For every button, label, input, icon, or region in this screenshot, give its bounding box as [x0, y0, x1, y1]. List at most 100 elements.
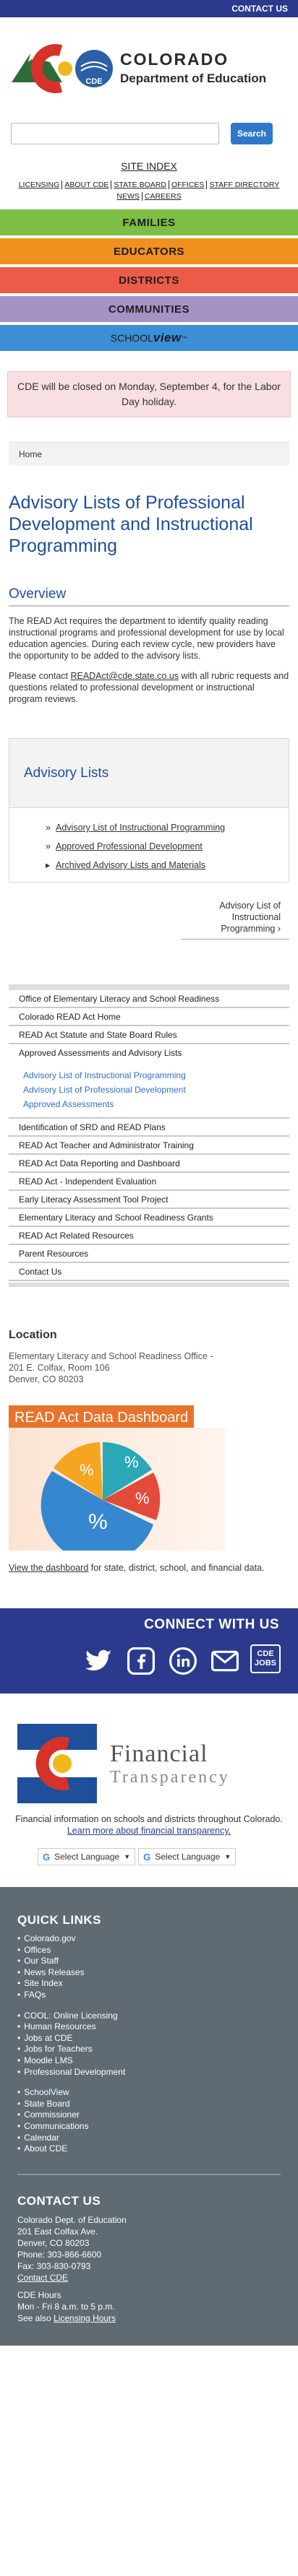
quick-link[interactable]: Our Staff: [17, 1956, 281, 1967]
utility-link-offices[interactable]: OFFICES: [169, 181, 208, 189]
next-line2: Instructional: [231, 912, 281, 922]
sidenav-item-tool-project[interactable]: Early Literacy Assessment Tool Project: [9, 1191, 289, 1209]
contact-us-link[interactable]: CONTACT US: [221, 0, 298, 17]
footer-divider: [17, 2173, 281, 2175]
top-bar: CONTACT US: [0, 0, 298, 17]
dashboard-caption: View the dashboard for state, district, …: [9, 1562, 289, 1574]
transparency-title: Transparency: [110, 1767, 230, 1787]
advisory-link-instructional[interactable]: Advisory List of Instructional Programmi…: [56, 823, 225, 833]
email-icon[interactable]: [208, 1644, 242, 1678]
utility-link-staff-directory[interactable]: STAFF DIRECTORY: [207, 181, 281, 189]
next-page-link[interactable]: Advisory List of Instructional Programmi…: [181, 900, 289, 940]
sidenav-item-evaluation[interactable]: READ Act - Independent Evaluation: [9, 1173, 289, 1191]
advisory-link-archived[interactable]: Archived Advisory Lists and Materials: [56, 860, 205, 870]
page-title: Advisory Lists of Professional Developme…: [9, 493, 253, 556]
quick-link[interactable]: Professional Development: [17, 2067, 281, 2078]
sidenav-item-statute[interactable]: READ Act Statute and State Board Rules: [9, 1026, 289, 1044]
quick-link[interactable]: Site Index: [17, 1978, 281, 1990]
colorado-flag-icon: [17, 1724, 97, 1803]
google-icon: G: [143, 1851, 151, 1862]
breadcrumb-home[interactable]: Home: [19, 449, 42, 459]
list-item: ▸ Archived Advisory Lists and Materials: [46, 856, 289, 875]
contact-gap: [17, 2284, 281, 2289]
brand-subtitle: Department of Education: [120, 71, 267, 85]
sidenav-sub-pd[interactable]: Advisory List of Professional Developmen…: [23, 1083, 289, 1097]
advisory-lists-header[interactable]: Advisory Lists: [9, 739, 289, 808]
utility-link-careers[interactable]: CAREERS: [142, 192, 184, 201]
footer-addr2: Denver, CO 80203: [17, 2237, 90, 2248]
sidenav-item-grants[interactable]: Elementary Literacy and School Readiness…: [9, 1209, 289, 1227]
read-act-email-link[interactable]: READAct@cde.state.co.us: [70, 671, 179, 681]
footer-fax: Fax: 303-830-0793: [17, 2260, 91, 2271]
nav-schoolview[interactable]: SCHOOL view ™: [0, 325, 298, 351]
sidenav-item-training[interactable]: READ Act Teacher and Administrator Train…: [9, 1137, 289, 1155]
location-address: Elementary Literacy and School Readiness…: [9, 1350, 289, 1385]
utility-link-licensing[interactable]: LICENSING: [16, 181, 63, 189]
linkedin-icon[interactable]: [166, 1644, 200, 1678]
schoolview-school-text: SCHOOL: [110, 332, 153, 344]
language-select-1[interactable]: G Select Language ▼: [38, 1848, 136, 1865]
sidenav-item-approved[interactable]: Approved Assessments and Advisory Lists: [9, 1044, 289, 1062]
header-logo[interactable]: CDE COLORADO Department of Education: [0, 17, 298, 113]
quick-link[interactable]: Jobs at CDE: [17, 2033, 281, 2044]
quick-link[interactable]: COOL: Online Licensing: [17, 2011, 281, 2022]
quick-link[interactable]: News Releases: [17, 1967, 281, 1979]
quick-link[interactable]: About CDE: [17, 2143, 281, 2155]
quick-link[interactable]: Colorado.gov: [17, 1933, 281, 1945]
licensing-hours-link[interactable]: Licensing Hours: [54, 2313, 116, 2323]
colorado-cde-logo-icon: CDE: [12, 44, 113, 93]
financial-transparency-logo[interactable]: Financial Transparency: [17, 1724, 298, 1803]
view-dashboard-link[interactable]: View the dashboard: [9, 1563, 88, 1573]
sidenav-sub-instructional[interactable]: Advisory List of Instructional Programmi…: [23, 1068, 289, 1083]
connect-section: CONNECT WITH US CDE JOBS: [0, 1608, 298, 1694]
facebook-icon[interactable]: [124, 1644, 158, 1678]
financial-learn-more-link[interactable]: Learn more about financial transparency.: [67, 1826, 231, 1836]
contact-cde-link[interactable]: Contact CDE: [17, 2273, 68, 2283]
advisory-lists-panel: Advisory Lists » Advisory List of Instruc…: [9, 738, 289, 882]
quick-link[interactable]: Offices: [17, 1945, 281, 1956]
quick-link[interactable]: Calendar: [17, 2133, 281, 2144]
schoolview-view-text: view: [153, 331, 182, 344]
dashboard-caption-text: for state, district, school, and financi…: [88, 1563, 265, 1573]
dashboard-promo[interactable]: READ Act Data Dashboard % % % %: [9, 1405, 226, 1551]
sidenav-item-office[interactable]: Office of Elementary Literacy and School…: [9, 990, 289, 1008]
closure-alert: CDE will be closed on Monday, September …: [7, 371, 291, 417]
sidenav-item-contact[interactable]: Contact Us: [9, 1263, 289, 1281]
overview-heading: Overview: [9, 586, 67, 602]
nav-districts[interactable]: DISTRICTS: [0, 267, 298, 293]
translate-row: G Select Language ▼ G Select Language ▼: [38, 1848, 298, 1865]
quick-link[interactable]: State Board: [17, 2099, 281, 2110]
quick-link[interactable]: Moodle LMS: [17, 2055, 281, 2067]
logo-text: COLORADO Department of Education: [120, 50, 266, 86]
nav-families[interactable]: FAMILIES: [0, 209, 298, 235]
cde-jobs-icon[interactable]: CDE JOBS: [250, 1644, 281, 1673]
sidenav-item-read-home[interactable]: Colorado READ Act Home: [9, 1008, 289, 1026]
quick-link[interactable]: Communications: [17, 2121, 281, 2133]
site-index-link[interactable]: SITE INDEX: [0, 160, 298, 172]
language-select-2[interactable]: G Select Language ▼: [138, 1848, 237, 1865]
search-button[interactable]: Search: [231, 123, 273, 144]
google-icon: G: [43, 1851, 51, 1862]
connect-heading: CONNECT WITH US: [144, 1617, 279, 1632]
search-input[interactable]: [11, 123, 219, 144]
sidenav-item-parent[interactable]: Parent Resources: [9, 1245, 289, 1263]
twitter-icon[interactable]: [82, 1644, 116, 1678]
utility-link-state-board[interactable]: STATE BOARD: [111, 181, 169, 189]
nav-communities[interactable]: COMMUNITIES: [0, 296, 298, 322]
utility-link-about[interactable]: ABOUT CDE: [62, 181, 112, 189]
sidenav-item-resources[interactable]: READ Act Related Resources: [9, 1227, 289, 1245]
overview-paragraph: The READ Act requires the department to …: [9, 616, 284, 661]
sidenav-item-srd[interactable]: Identification of SRD and READ Plans: [9, 1119, 289, 1137]
nav-educators[interactable]: EDUCATORS: [0, 238, 298, 264]
quick-link[interactable]: SchoolView: [17, 2087, 281, 2099]
utility-link-news[interactable]: NEWS: [114, 192, 142, 201]
sidenav-sub-assessments[interactable]: Approved Assessments: [23, 1097, 289, 1111]
quick-link[interactable]: Jobs for Teachers: [17, 2044, 281, 2055]
language-select-label: Select Language: [155, 1852, 221, 1862]
sidenav-item-dashboard[interactable]: READ Act Data Reporting and Dashboard: [9, 1155, 289, 1173]
quick-link[interactable]: Commissioner: [17, 2109, 281, 2121]
quick-link[interactable]: FAQs: [17, 1990, 281, 2001]
quick-link[interactable]: Human Resources: [17, 2021, 281, 2033]
advisory-link-pd[interactable]: Approved Professional Development: [56, 841, 203, 851]
location-line3: Denver, CO 80203: [9, 1374, 84, 1384]
